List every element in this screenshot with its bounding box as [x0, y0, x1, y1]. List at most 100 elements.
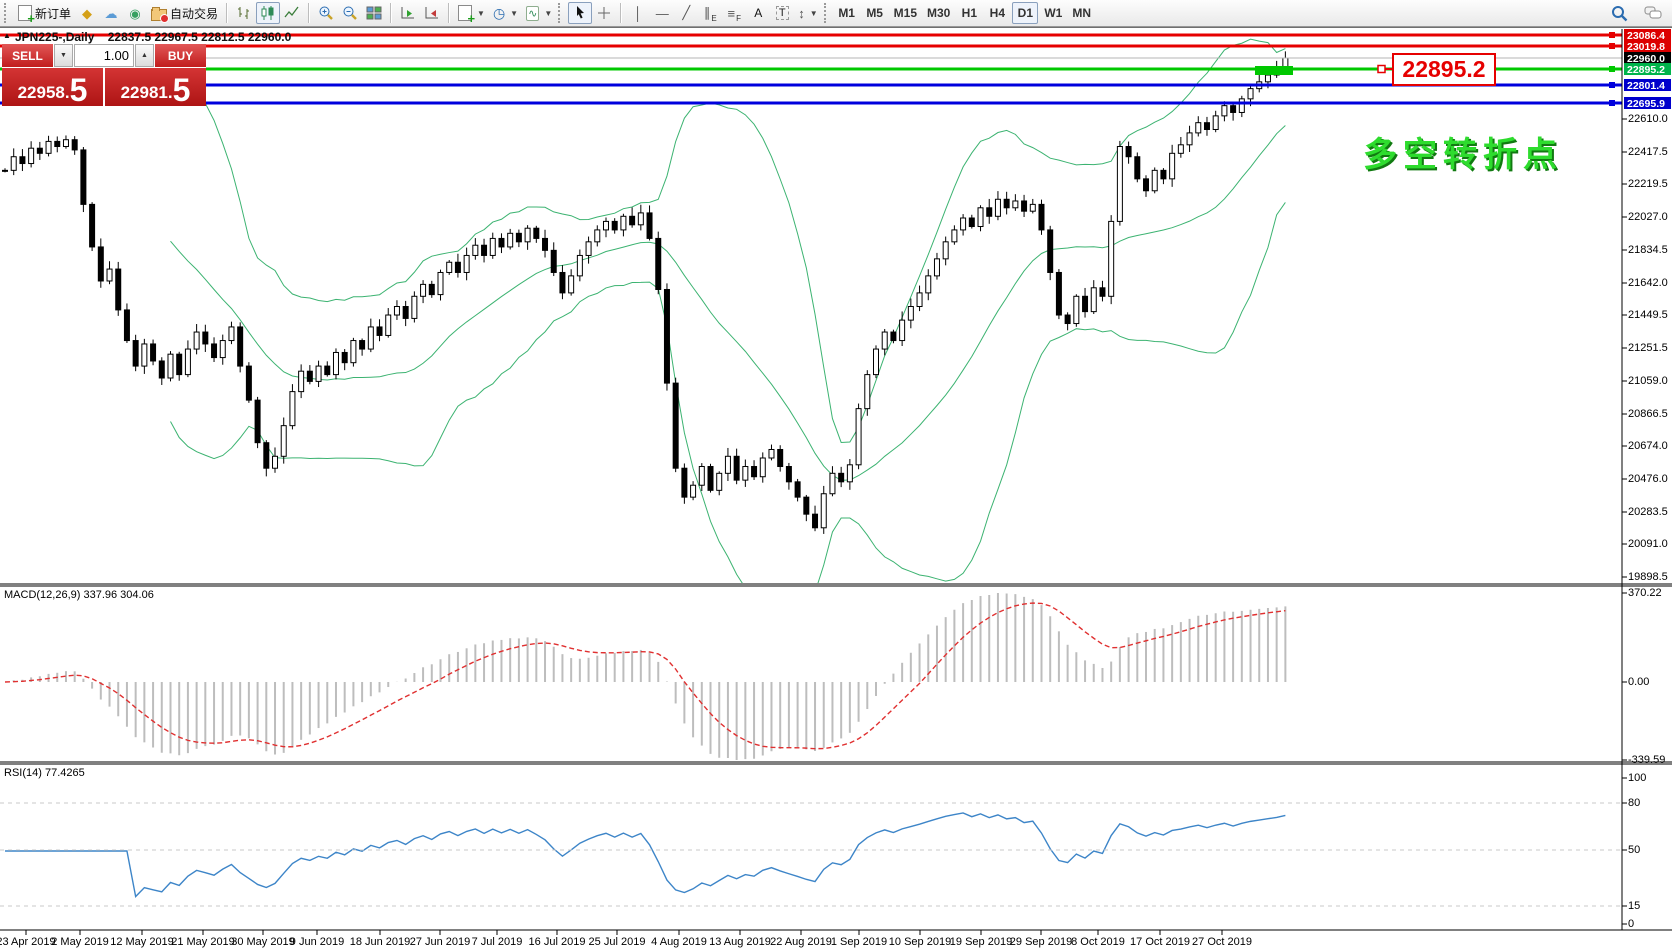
label-tool-button[interactable]: T — [770, 2, 794, 24]
collapse-panel-icon[interactable]: ▲ — [3, 31, 11, 40]
new-chart-button[interactable]: ▼ — [454, 2, 489, 24]
toolbar-separator — [390, 3, 392, 23]
arrows-tool-button[interactable]: ↕▼ — [794, 2, 821, 24]
toolbar-separator — [308, 3, 310, 23]
new-chart-icon — [458, 5, 472, 21]
auto-scroll-button[interactable] — [396, 2, 420, 24]
market-watch-button[interactable]: ◆ — [75, 2, 99, 24]
price-level-chip: 23019.8 — [1624, 40, 1671, 52]
cursor-button[interactable] — [568, 2, 592, 24]
autotrading-button[interactable]: 自动交易 — [147, 2, 222, 24]
fibonacci-icon: ≡ — [727, 6, 735, 21]
ohlc-values: 22837.5 22967.5 22812.5 22960.0 — [108, 30, 292, 44]
bar-chart-button[interactable] — [232, 2, 256, 24]
line-chart-button[interactable] — [280, 2, 304, 24]
tile-windows-icon — [366, 5, 382, 21]
signals-button[interactable]: ◉ — [123, 2, 147, 24]
toolbar-separator — [226, 3, 228, 23]
price-level-chip: 22695.9 — [1624, 97, 1671, 109]
timeframe-button[interactable]: D1 — [1012, 2, 1038, 24]
volume-input[interactable] — [75, 45, 133, 66]
turning-point-annotation: 多空转折点 — [1363, 127, 1563, 176]
timeframe-group: M1M5M15M30H1H4D1W1MN — [834, 2, 1095, 24]
crosshair-icon — [596, 5, 612, 21]
arrows-icon: ↕ — [798, 6, 805, 21]
chat-button[interactable] — [1640, 2, 1666, 24]
chevron-down-icon: ▼ — [477, 9, 485, 18]
channel-sub-label: E — [711, 14, 716, 23]
toolbar-grip[interactable] — [558, 3, 564, 23]
fibonacci-sub-label: F — [736, 14, 741, 23]
vertical-line-button[interactable]: │ — [626, 2, 650, 24]
buy-button[interactable]: BUY — [155, 44, 206, 67]
price-level-chip: 22895.2 — [1624, 63, 1671, 75]
text-tool-button[interactable]: A — [746, 2, 770, 24]
gold-diamond-icon: ◆ — [82, 7, 92, 20]
timeframe-button[interactable]: M5 — [862, 2, 888, 24]
timeframe-button[interactable]: W1 — [1040, 2, 1066, 24]
chart-title: JPN225-,Daily 22837.5 22967.5 22812.5 22… — [15, 30, 291, 44]
autotrading-label: 自动交易 — [170, 5, 218, 22]
ask-price[interactable]: 22981.5 — [105, 68, 206, 106]
zoom-in-button[interactable] — [314, 2, 338, 24]
broadcast-icon: ◉ — [129, 7, 140, 20]
timeframe-button[interactable]: MN — [1068, 2, 1095, 24]
volume-increase-button[interactable]: ▲ — [135, 44, 154, 67]
volume-decrease-button[interactable]: ▼ — [54, 44, 73, 67]
zoom-out-icon — [342, 5, 358, 21]
timeframe-button[interactable]: M30 — [923, 2, 954, 24]
indicators-button[interactable]: ∿▼ — [522, 2, 556, 24]
clock-icon: ◷ — [493, 6, 505, 20]
new-order-icon — [18, 5, 32, 21]
sell-button[interactable]: SELL — [2, 44, 53, 67]
text-tool-label: A — [754, 6, 762, 20]
cloud-person-icon: ☁ — [105, 7, 118, 20]
fibonacci-button[interactable]: ≡F — [722, 2, 746, 24]
toolbar: 新订单 ◆ ☁ ◉ 自动交易 ▼ ◷▼ ∿▼ — [0, 0, 1672, 27]
channel-icon: ∥ — [704, 5, 711, 21]
macd-label: MACD(12,26,9) 337.96 304.06 — [4, 589, 154, 601]
candlestick-chart-button[interactable] — [256, 2, 280, 24]
zoom-out-button[interactable] — [338, 2, 362, 24]
bid-price-main: 22958. — [18, 84, 70, 104]
crosshair-button[interactable] — [592, 2, 616, 24]
chart-shift-button[interactable] — [420, 2, 444, 24]
toolbar-separator — [448, 3, 450, 23]
toolbar-right-group — [1607, 2, 1666, 24]
bar-chart-icon — [236, 5, 252, 21]
toolbar-separator — [620, 3, 622, 23]
ask-price-main: 22981. — [121, 84, 173, 104]
chart-shift-icon — [424, 5, 440, 21]
new-order-label: 新订单 — [35, 5, 71, 22]
rsi-label: RSI(14) 77.4265 — [4, 767, 85, 779]
price-tag-22895[interactable]: 22895.2 — [1392, 53, 1496, 86]
new-order-button[interactable]: 新订单 — [14, 2, 75, 24]
chevron-down-icon: ▼ — [510, 9, 518, 18]
tile-windows-button[interactable] — [362, 2, 386, 24]
horizontal-line-icon: — — [656, 6, 669, 21]
timeframe-button[interactable]: M15 — [890, 2, 921, 24]
label-tool-label: T — [776, 6, 789, 20]
autotrading-icon — [151, 9, 167, 21]
vertical-line-icon: │ — [634, 6, 642, 21]
timeframe-button[interactable]: H4 — [984, 2, 1010, 24]
toolbar-grip[interactable] — [4, 3, 10, 23]
bid-price[interactable]: 22958.5 — [2, 68, 103, 106]
channel-button[interactable]: ∥E — [698, 2, 722, 24]
trendline-icon: ╱ — [682, 5, 690, 21]
timeframe-button[interactable]: H1 — [956, 2, 982, 24]
search-icon — [1611, 5, 1628, 22]
ask-price-big-digit: 5 — [173, 77, 191, 104]
search-button[interactable] — [1607, 2, 1632, 24]
profiles-button[interactable]: ◷▼ — [489, 2, 522, 24]
line-chart-icon — [284, 5, 300, 21]
cursor-arrow-icon — [572, 5, 588, 21]
auto-scroll-icon — [400, 5, 416, 21]
trendline-button[interactable]: ╱ — [674, 2, 698, 24]
chevron-down-icon: ▼ — [544, 9, 552, 18]
timeframe-button[interactable]: M1 — [834, 2, 860, 24]
toolbar-grip[interactable] — [824, 3, 830, 23]
horizontal-line-button[interactable]: — — [650, 2, 674, 24]
bid-price-big-digit: 5 — [70, 77, 88, 104]
community-button[interactable]: ☁ — [99, 2, 123, 24]
